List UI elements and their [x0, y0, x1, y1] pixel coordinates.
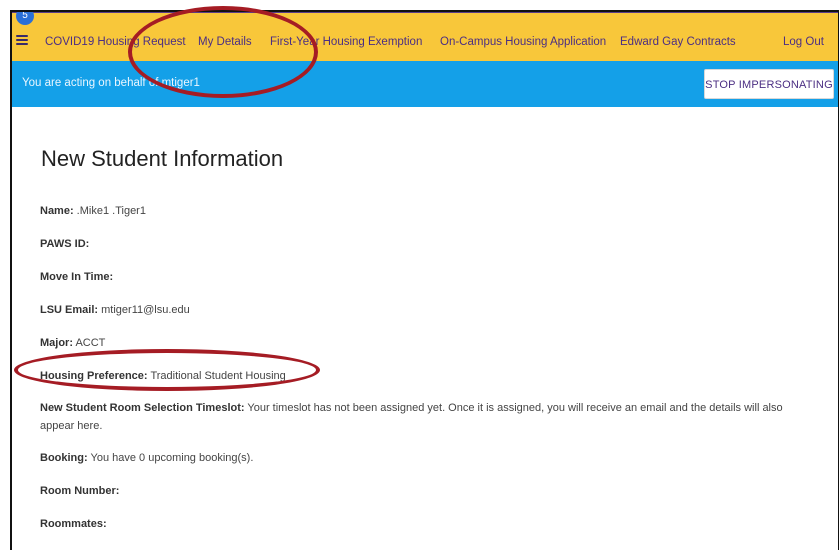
field-label: Room Number:: [40, 485, 120, 497]
field-label: New Student Room Selection Timeslot:: [40, 402, 245, 414]
top-navbar: 5 COVID19 Housing Request My Details Fir…: [12, 12, 838, 61]
field-label: LSU Email:: [40, 304, 99, 316]
field-label: Booking:: [40, 452, 88, 464]
field-roommates: Roommates:: [40, 518, 107, 530]
nav-my-details[interactable]: My Details: [198, 36, 252, 48]
field-housing-preference: Housing Preference: Traditional Student …: [40, 370, 286, 382]
field-major: Major: ACCT: [40, 337, 105, 349]
field-value: ACCT: [73, 337, 106, 349]
field-value: .Mike1 .Tiger1: [73, 205, 146, 217]
field-name: Name: .Mike1 .Tiger1: [40, 205, 146, 217]
notification-badge[interactable]: 5: [16, 12, 34, 25]
nav-on-campus-housing-application[interactable]: On-Campus Housing Application: [440, 36, 606, 48]
field-move-in-time: Move In Time:: [40, 271, 113, 283]
field-label: PAWS ID:: [40, 238, 90, 250]
impersonation-banner: You are acting on behalf of mtiger1 STOP…: [12, 61, 838, 107]
field-value: You have 0 upcoming booking(s).: [87, 452, 254, 464]
field-label: Name:: [40, 205, 74, 217]
field-label: Major:: [40, 337, 73, 349]
nav-first-year-housing-exemption[interactable]: First-Year Housing Exemption: [270, 36, 422, 48]
field-label: Roommates:: [40, 518, 107, 530]
impersonation-message: You are acting on behalf of mtiger1: [22, 77, 200, 89]
nav-log-out[interactable]: Log Out: [783, 36, 824, 48]
field-lsu-email: LSU Email: mtiger11@lsu.edu: [40, 304, 190, 316]
field-value: Traditional Student Housing: [147, 370, 286, 382]
page-title: New Student Information: [41, 146, 284, 171]
field-room-selection-timeslot: New Student Room Selection Timeslot: You…: [40, 399, 818, 435]
stop-impersonating-button[interactable]: STOP IMPERSONATING: [704, 69, 834, 99]
field-room-number: Room Number:: [40, 485, 119, 497]
field-paws-id: PAWS ID:: [40, 238, 89, 250]
browser-frame: 5 COVID19 Housing Request My Details Fir…: [10, 10, 839, 550]
field-label: Housing Preference:: [40, 370, 148, 382]
field-value: mtiger11@lsu.edu: [98, 304, 190, 316]
hamburger-menu-icon[interactable]: [16, 35, 28, 45]
field-label: Move In Time:: [40, 271, 114, 283]
field-booking: Booking: You have 0 upcoming booking(s).: [40, 452, 253, 464]
nav-covid19-housing-request[interactable]: COVID19 Housing Request: [45, 36, 186, 48]
nav-edward-gay-contracts[interactable]: Edward Gay Contracts: [620, 36, 736, 48]
